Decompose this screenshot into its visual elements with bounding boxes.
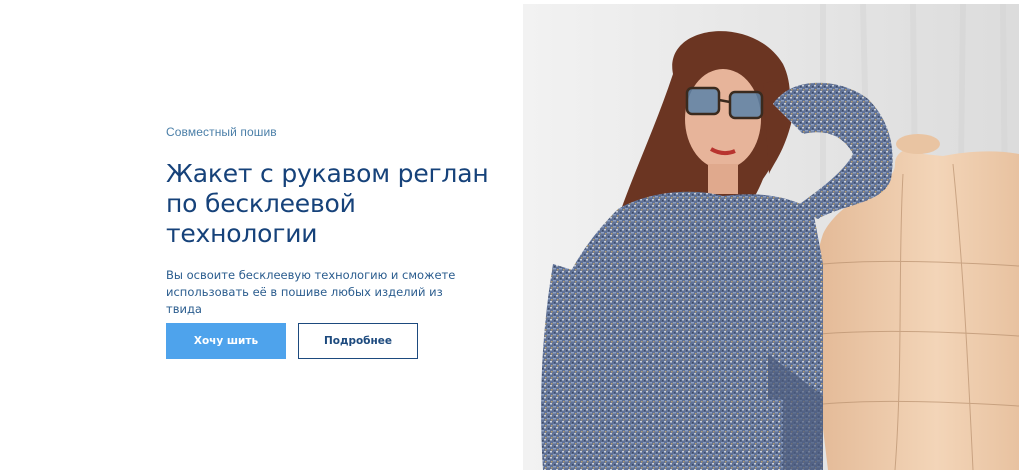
eyebrow-label: Совместный пошив	[166, 125, 277, 139]
want-to-sew-button[interactable]: Хочу шить	[166, 323, 286, 359]
hero-photo-illustration	[523, 4, 1019, 470]
hero-text-block: Совместный пошив Жакет с рукавом реглан …	[166, 125, 506, 318]
more-details-button[interactable]: Подробнее	[298, 323, 418, 359]
hero-description: Вы освоите бесклеевую технологию и сможе…	[166, 268, 456, 316]
page-title: Жакет с рукавом реглан по бесклеевой тех…	[166, 159, 489, 248]
hero-photo	[523, 4, 1019, 470]
